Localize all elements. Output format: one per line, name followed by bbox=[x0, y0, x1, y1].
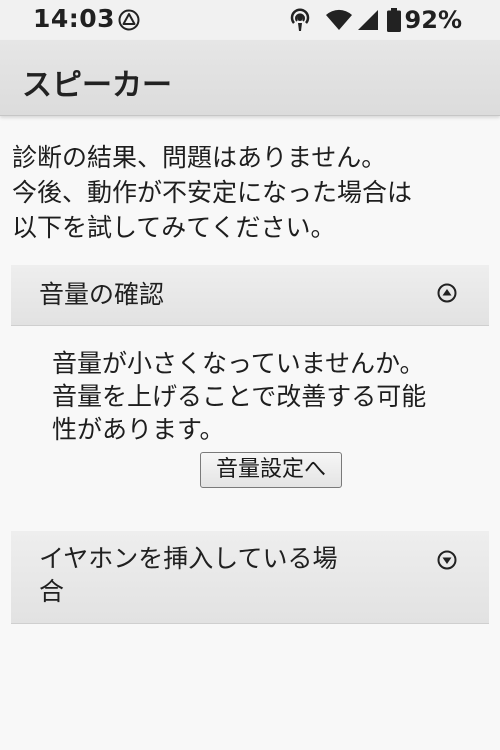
page-title: スピーカー bbox=[22, 68, 172, 103]
accordion-title-line: イヤホンを挿入している場 bbox=[39, 544, 338, 573]
diagnosis-message: 診断の結果、問題はありません。 今後、動作が不安定になった場合は 以下を試してみ… bbox=[12, 140, 492, 245]
accordion-title: イヤホンを挿入している場 合 bbox=[39, 542, 409, 608]
accordion-title-line: 合 bbox=[39, 577, 65, 606]
diagnosis-line: 診断の結果、問題はありません。 bbox=[12, 143, 387, 172]
status-icons: 92% bbox=[287, 6, 462, 34]
cell-signal-icon bbox=[357, 10, 378, 30]
accordion-title: 音量の確認 bbox=[39, 280, 165, 309]
panel-line: 性があります。 bbox=[52, 415, 225, 444]
status-time: 14:03 bbox=[33, 4, 116, 33]
nav-triangle-icon bbox=[118, 9, 140, 31]
accordion-panel-volume: 音量が小さくなっていませんか。 音量を上げることで改善する可能 性があります。 bbox=[52, 347, 497, 446]
accordion-earphone-inserted[interactable]: イヤホンを挿入している場 合 bbox=[11, 531, 489, 624]
diagnosis-line: 今後、動作が不安定になった場合は bbox=[12, 178, 413, 207]
status-bar: 14:03 92% bbox=[0, 0, 500, 40]
diagnosis-line: 以下を試してみてください。 bbox=[12, 213, 336, 242]
app-bar: スピーカー bbox=[0, 40, 500, 116]
battery-percent: 92% bbox=[404, 6, 462, 34]
panel-line: 音量が小さくなっていませんか。 bbox=[52, 349, 425, 378]
chevron-up-circle-icon[interactable] bbox=[437, 283, 457, 303]
chevron-down-circle-icon[interactable] bbox=[437, 550, 457, 570]
accordion-volume-check[interactable]: 音量の確認 bbox=[11, 265, 489, 326]
wifi-icon bbox=[325, 9, 352, 30]
volume-settings-button[interactable]: 音量設定へ bbox=[200, 452, 342, 488]
hotspot-icon bbox=[290, 8, 309, 31]
panel-line: 音量を上げることで改善する可能 bbox=[52, 382, 427, 411]
battery-icon bbox=[386, 8, 401, 32]
